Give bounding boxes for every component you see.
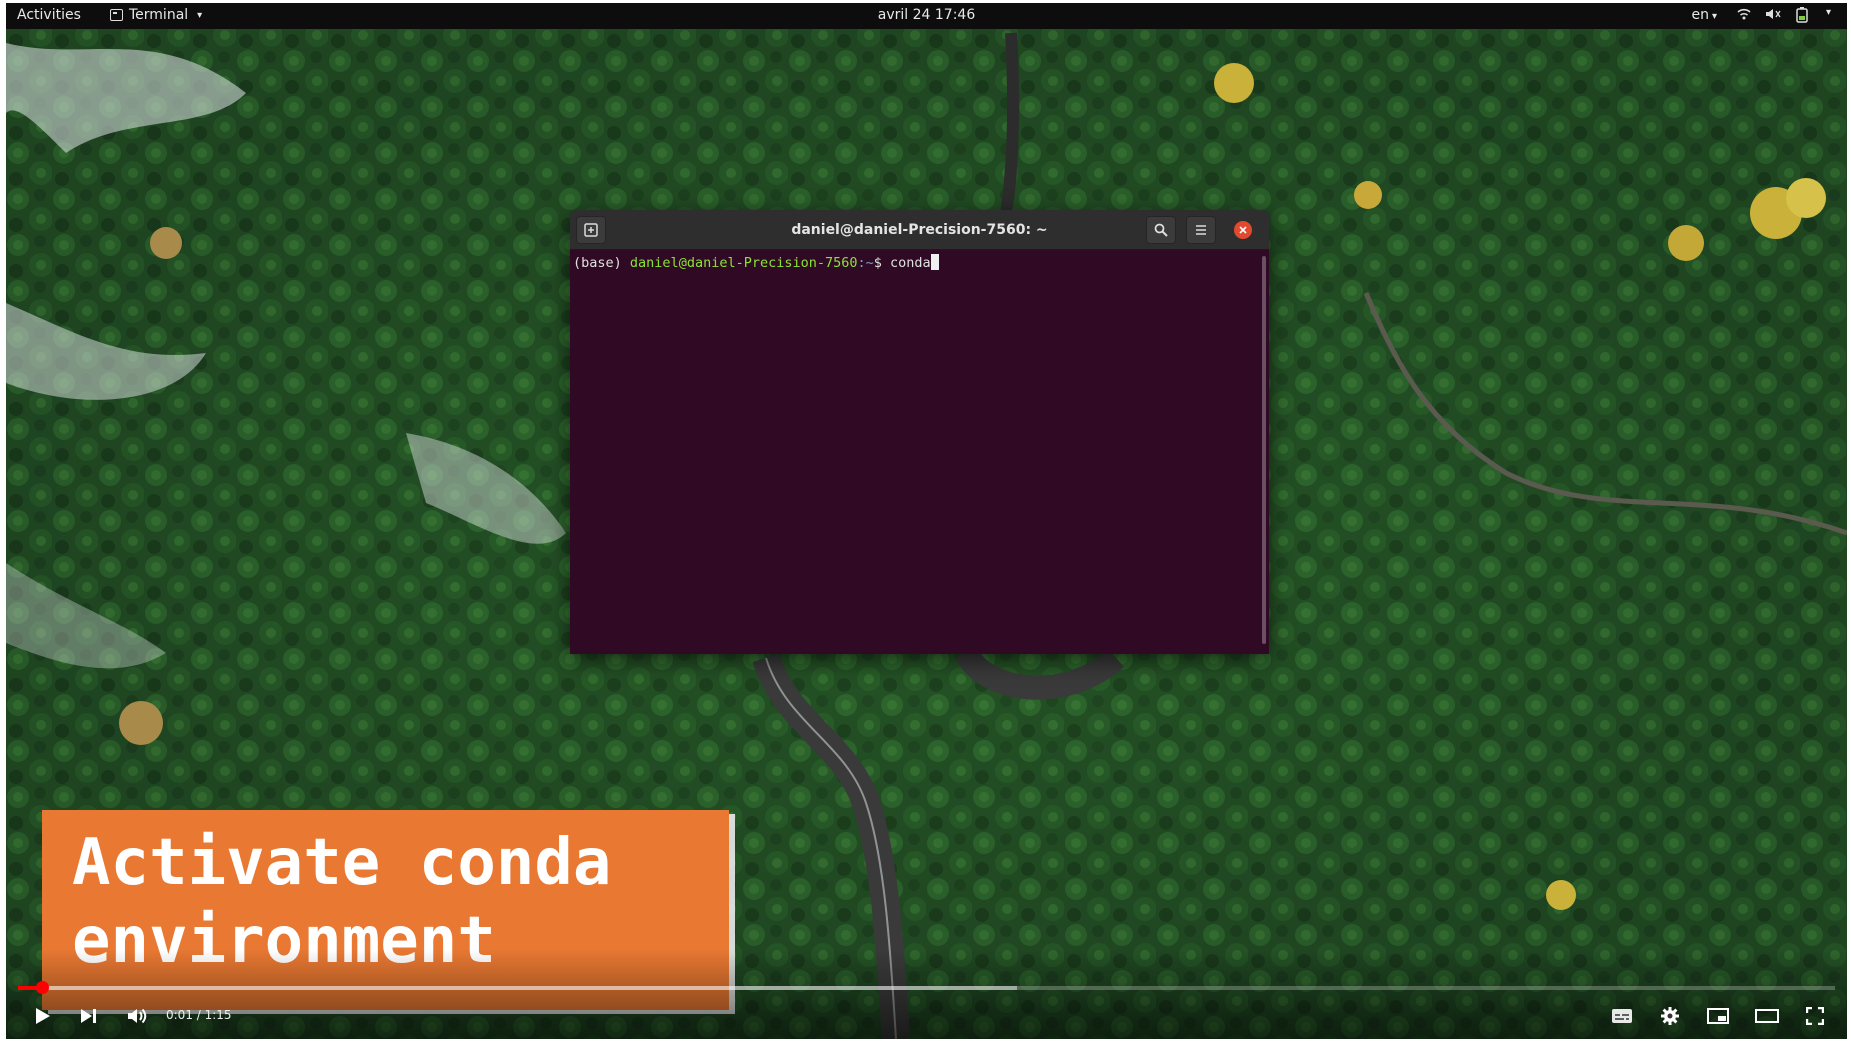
language-indicator[interactable]: en ▾ <box>1691 7 1717 23</box>
time-display: 0:01 / 1:15 <box>166 1008 232 1022</box>
battery-icon <box>1796 7 1808 23</box>
hamburger-menu-button[interactable] <box>1186 216 1216 244</box>
power-menu-icon: ▾ <box>1825 7 1831 18</box>
fullscreen-button[interactable] <box>1797 1000 1833 1032</box>
typed-command: conda <box>890 255 931 271</box>
terminal-header-bar[interactable]: daniel@daniel-Precision-7560: ~ <box>570 210 1269 250</box>
theater-mode-button[interactable] <box>1748 1000 1786 1032</box>
progress-bar[interactable] <box>18 981 1835 994</box>
terminal-content[interactable]: (base) daniel@daniel-Precision-7560:~$ c… <box>570 250 1259 654</box>
clock[interactable]: avril 24 17:46 <box>6 7 1847 23</box>
play-icon <box>36 1008 50 1024</box>
next-icon <box>81 1009 96 1023</box>
volume-muted-icon <box>1765 9 1781 19</box>
close-window-button[interactable] <box>1234 221 1252 239</box>
new-tab-icon <box>584 223 598 237</box>
next-video-button[interactable] <box>72 1000 106 1032</box>
new-tab-button[interactable] <box>576 216 606 244</box>
miniplayer-button[interactable] <box>1700 1000 1736 1032</box>
settings-button[interactable] <box>1652 1000 1688 1032</box>
play-button[interactable] <box>26 1000 60 1032</box>
progress-buffered <box>18 986 1018 990</box>
prompt-user-host: daniel@daniel-Precision-7560 <box>629 255 858 271</box>
gnome-top-bar: Activities Terminal ▾ avril 24 17:46 en ▾… <box>6 3 1847 29</box>
volume-icon <box>128 1008 147 1024</box>
prompt-path: :~ <box>857 255 874 271</box>
prompt-symbol: $ <box>873 255 882 271</box>
subtitles-button[interactable] <box>1604 1000 1640 1032</box>
text-cursor <box>930 254 939 270</box>
progress-scrubber-handle[interactable] <box>35 981 49 994</box>
title-card-line-1: Activate conda <box>72 826 612 900</box>
chevron-down-icon: ▾ <box>1711 11 1717 22</box>
volume-button[interactable] <box>120 1000 156 1032</box>
conda-env-prefix: (base) <box>573 255 622 271</box>
terminal-scrollbar[interactable] <box>1262 256 1266 644</box>
system-tray[interactable]: ▾ <box>1737 7 1831 23</box>
hamburger-menu-icon <box>1196 225 1206 235</box>
wifi-icon <box>1737 8 1751 20</box>
terminal-window[interactable]: daniel@daniel-Precision-7560: ~ (base) d… <box>570 210 1269 654</box>
gear-icon <box>1661 1007 1679 1025</box>
miniplayer-icon <box>1707 1008 1729 1024</box>
search-button[interactable] <box>1146 216 1176 244</box>
language-label: en <box>1691 7 1709 23</box>
close-icon <box>1239 226 1247 234</box>
search-icon <box>1154 223 1168 237</box>
controls-gradient <box>6 949 1847 1039</box>
video-player[interactable]: Activities Terminal ▾ avril 24 17:46 en ▾… <box>6 3 1847 1039</box>
subtitles-icon <box>1612 1009 1632 1023</box>
fullscreen-icon <box>1806 1007 1824 1025</box>
theater-mode-icon <box>1755 1009 1779 1023</box>
